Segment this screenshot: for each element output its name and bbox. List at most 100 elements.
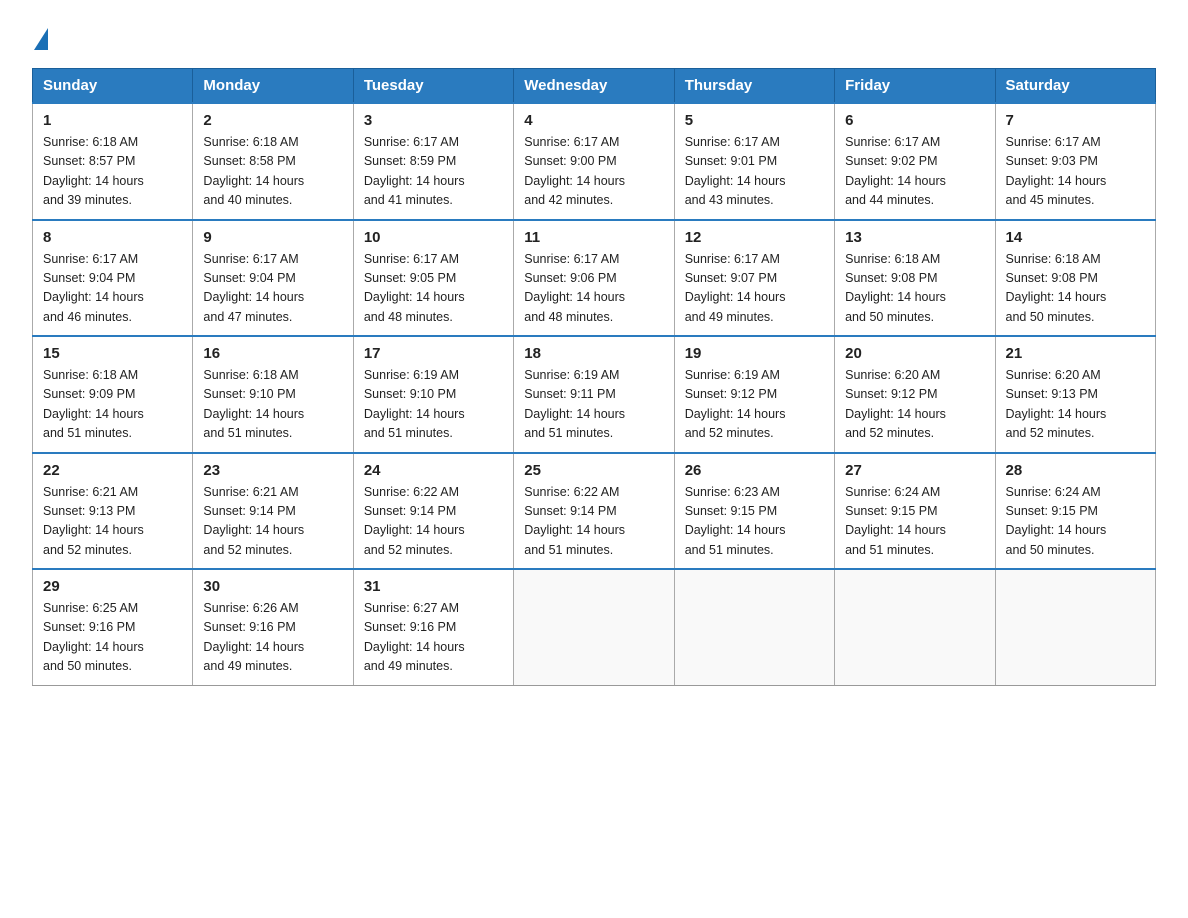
calendar-day-cell: 24 Sunrise: 6:22 AMSunset: 9:14 PMDayligh…	[353, 453, 513, 570]
day-number: 5	[685, 112, 824, 129]
day-info: Sunrise: 6:26 AMSunset: 9:16 PMDaylight:…	[203, 599, 342, 677]
day-number: 17	[364, 345, 503, 362]
day-info: Sunrise: 6:18 AMSunset: 9:08 PMDaylight:…	[845, 250, 984, 328]
day-number: 24	[364, 462, 503, 479]
calendar-day-cell: 28 Sunrise: 6:24 AMSunset: 9:15 PMDayligh…	[995, 453, 1155, 570]
day-number: 15	[43, 345, 182, 362]
day-info: Sunrise: 6:17 AMSunset: 9:01 PMDaylight:…	[685, 133, 824, 211]
calendar-day-cell: 6 Sunrise: 6:17 AMSunset: 9:02 PMDaylight…	[835, 103, 995, 220]
calendar-day-cell: 26 Sunrise: 6:23 AMSunset: 9:15 PMDayligh…	[674, 453, 834, 570]
calendar-day-cell: 23Sunrise: 6:21 AMSunset: 9:14 PMDayligh…	[193, 453, 353, 570]
day-info: Sunrise: 6:20 AMSunset: 9:13 PMDaylight:…	[1006, 366, 1145, 444]
day-info: Sunrise: 6:19 AMSunset: 9:11 PMDaylight:…	[524, 366, 663, 444]
calendar-day-cell: 5 Sunrise: 6:17 AMSunset: 9:01 PMDaylight…	[674, 103, 834, 220]
calendar-day-cell: 30 Sunrise: 6:26 AMSunset: 9:16 PMDayligh…	[193, 569, 353, 685]
day-number: 10	[364, 229, 503, 246]
day-info: Sunrise: 6:23 AMSunset: 9:15 PMDaylight:…	[685, 483, 824, 561]
day-number: 4	[524, 112, 663, 129]
day-info: Sunrise: 6:21 AMSunset: 9:13 PMDaylight:…	[43, 483, 182, 561]
calendar-week-row: 8 Sunrise: 6:17 AMSunset: 9:04 PMDaylight…	[33, 220, 1156, 337]
calendar-header-monday: Monday	[193, 69, 353, 104]
calendar-day-cell: 8 Sunrise: 6:17 AMSunset: 9:04 PMDaylight…	[33, 220, 193, 337]
day-info: Sunrise: 6:21 AMSunset: 9:14 PMDaylight:…	[203, 483, 342, 561]
calendar-day-cell: 18 Sunrise: 6:19 AMSunset: 9:11 PMDayligh…	[514, 336, 674, 453]
day-number: 12	[685, 229, 824, 246]
calendar-day-cell: 21Sunrise: 6:20 AMSunset: 9:13 PMDayligh…	[995, 336, 1155, 453]
calendar-header-thursday: Thursday	[674, 69, 834, 104]
day-info: Sunrise: 6:18 AMSunset: 8:58 PMDaylight:…	[203, 133, 342, 211]
day-info: Sunrise: 6:27 AMSunset: 9:16 PMDaylight:…	[364, 599, 503, 677]
day-number: 8	[43, 229, 182, 246]
day-info: Sunrise: 6:22 AMSunset: 9:14 PMDaylight:…	[524, 483, 663, 561]
day-number: 18	[524, 345, 663, 362]
day-info: Sunrise: 6:22 AMSunset: 9:14 PMDaylight:…	[364, 483, 503, 561]
calendar-day-cell: 20Sunrise: 6:20 AMSunset: 9:12 PMDayligh…	[835, 336, 995, 453]
calendar-week-row: 22 Sunrise: 6:21 AMSunset: 9:13 PMDayligh…	[33, 453, 1156, 570]
calendar-week-row: 29 Sunrise: 6:25 AMSunset: 9:16 PMDayligh…	[33, 569, 1156, 685]
day-info: Sunrise: 6:17 AMSunset: 9:03 PMDaylight:…	[1006, 133, 1145, 211]
day-info: Sunrise: 6:17 AMSunset: 9:06 PMDaylight:…	[524, 250, 663, 328]
day-number: 1	[43, 112, 182, 129]
day-number: 11	[524, 229, 663, 246]
calendar-day-cell: 27Sunrise: 6:24 AMSunset: 9:15 PMDayligh…	[835, 453, 995, 570]
calendar-day-cell: 22 Sunrise: 6:21 AMSunset: 9:13 PMDayligh…	[33, 453, 193, 570]
calendar-header-saturday: Saturday	[995, 69, 1155, 104]
day-info: Sunrise: 6:17 AMSunset: 9:07 PMDaylight:…	[685, 250, 824, 328]
calendar-day-cell: 2 Sunrise: 6:18 AMSunset: 8:58 PMDaylight…	[193, 103, 353, 220]
day-number: 19	[685, 345, 824, 362]
day-info: Sunrise: 6:25 AMSunset: 9:16 PMDaylight:…	[43, 599, 182, 677]
day-number: 31	[364, 578, 503, 595]
day-number: 28	[1006, 462, 1145, 479]
day-number: 13	[845, 229, 984, 246]
calendar-header-friday: Friday	[835, 69, 995, 104]
page-header	[32, 24, 1156, 48]
calendar-day-cell: 16 Sunrise: 6:18 AMSunset: 9:10 PMDayligh…	[193, 336, 353, 453]
calendar-day-cell: 29 Sunrise: 6:25 AMSunset: 9:16 PMDayligh…	[33, 569, 193, 685]
calendar-day-cell: 25 Sunrise: 6:22 AMSunset: 9:14 PMDayligh…	[514, 453, 674, 570]
calendar-week-row: 15 Sunrise: 6:18 AMSunset: 9:09 PMDayligh…	[33, 336, 1156, 453]
logo	[32, 24, 48, 48]
calendar-day-cell: 31 Sunrise: 6:27 AMSunset: 9:16 PMDayligh…	[353, 569, 513, 685]
day-info: Sunrise: 6:18 AMSunset: 9:10 PMDaylight:…	[203, 366, 342, 444]
day-info: Sunrise: 6:17 AMSunset: 9:02 PMDaylight:…	[845, 133, 984, 211]
day-info: Sunrise: 6:20 AMSunset: 9:12 PMDaylight:…	[845, 366, 984, 444]
calendar-day-cell	[835, 569, 995, 685]
day-info: Sunrise: 6:19 AMSunset: 9:12 PMDaylight:…	[685, 366, 824, 444]
day-number: 30	[203, 578, 342, 595]
day-number: 7	[1006, 112, 1145, 129]
day-number: 14	[1006, 229, 1145, 246]
day-number: 25	[524, 462, 663, 479]
logo-triangle-icon	[34, 28, 48, 50]
calendar-day-cell: 1Sunrise: 6:18 AMSunset: 8:57 PMDaylight…	[33, 103, 193, 220]
day-number: 22	[43, 462, 182, 479]
day-info: Sunrise: 6:24 AMSunset: 9:15 PMDaylight:…	[1006, 483, 1145, 561]
calendar-header-wednesday: Wednesday	[514, 69, 674, 104]
calendar-day-cell: 10Sunrise: 6:17 AMSunset: 9:05 PMDayligh…	[353, 220, 513, 337]
day-number: 16	[203, 345, 342, 362]
day-number: 29	[43, 578, 182, 595]
calendar-table: SundayMondayTuesdayWednesdayThursdayFrid…	[32, 68, 1156, 686]
calendar-header-sunday: Sunday	[33, 69, 193, 104]
calendar-day-cell: 3Sunrise: 6:17 AMSunset: 8:59 PMDaylight…	[353, 103, 513, 220]
calendar-day-cell	[995, 569, 1155, 685]
calendar-day-cell	[674, 569, 834, 685]
day-info: Sunrise: 6:19 AMSunset: 9:10 PMDaylight:…	[364, 366, 503, 444]
day-number: 2	[203, 112, 342, 129]
calendar-day-cell: 9Sunrise: 6:17 AMSunset: 9:04 PMDaylight…	[193, 220, 353, 337]
calendar-day-cell: 17 Sunrise: 6:19 AMSunset: 9:10 PMDayligh…	[353, 336, 513, 453]
calendar-day-cell	[514, 569, 674, 685]
day-number: 26	[685, 462, 824, 479]
calendar-day-cell: 4Sunrise: 6:17 AMSunset: 9:00 PMDaylight…	[514, 103, 674, 220]
day-number: 6	[845, 112, 984, 129]
calendar-day-cell: 11 Sunrise: 6:17 AMSunset: 9:06 PMDayligh…	[514, 220, 674, 337]
calendar-day-cell: 12 Sunrise: 6:17 AMSunset: 9:07 PMDayligh…	[674, 220, 834, 337]
calendar-day-cell: 7 Sunrise: 6:17 AMSunset: 9:03 PMDaylight…	[995, 103, 1155, 220]
calendar-header-tuesday: Tuesday	[353, 69, 513, 104]
day-info: Sunrise: 6:24 AMSunset: 9:15 PMDaylight:…	[845, 483, 984, 561]
day-number: 9	[203, 229, 342, 246]
calendar-day-cell: 19 Sunrise: 6:19 AMSunset: 9:12 PMDayligh…	[674, 336, 834, 453]
day-info: Sunrise: 6:18 AMSunset: 9:09 PMDaylight:…	[43, 366, 182, 444]
day-info: Sunrise: 6:18 AMSunset: 9:08 PMDaylight:…	[1006, 250, 1145, 328]
calendar-day-cell: 15 Sunrise: 6:18 AMSunset: 9:09 PMDayligh…	[33, 336, 193, 453]
day-info: Sunrise: 6:17 AMSunset: 9:04 PMDaylight:…	[43, 250, 182, 328]
